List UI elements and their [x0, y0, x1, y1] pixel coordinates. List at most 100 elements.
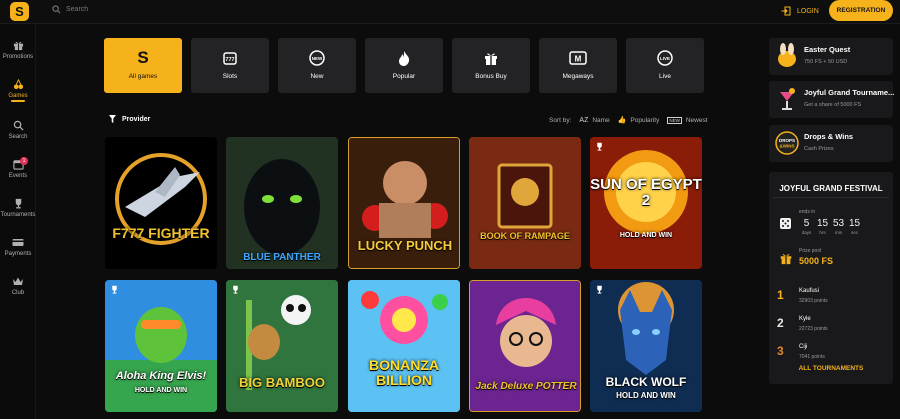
filter-funnel-icon	[109, 115, 116, 123]
game-thumbnail	[115, 153, 207, 245]
slot-machine-icon: 777	[191, 47, 269, 69]
sort-az-icon: AZ	[579, 116, 589, 124]
promo-card-joyful-tournament[interactable]: Joyful Grand Tourname... Get a share of …	[769, 81, 895, 118]
login-icon	[781, 6, 791, 16]
timer-days: 5 days	[801, 218, 812, 235]
player-name: Ciji	[799, 344, 808, 350]
timer-hours: 15 hrs	[816, 218, 829, 235]
crown-icon	[13, 277, 23, 285]
sidebar-item-label: Games	[8, 93, 28, 99]
ends-in-label: ends in	[799, 209, 816, 215]
game-tile[interactable]: SUN OF EGYPT 2 HOLD AND WIN	[590, 137, 702, 269]
category-slots[interactable]: 777 Slots	[191, 38, 269, 93]
gift-box-icon	[780, 254, 792, 265]
rank-number: 2	[777, 316, 784, 330]
svg-text:777: 777	[225, 57, 234, 63]
sidebar-item-promotions[interactable]: Promotions	[0, 40, 36, 60]
svg-text:NEW: NEW	[312, 56, 323, 61]
sidebar-item-games[interactable]: Games	[0, 79, 36, 102]
game-tile[interactable]: F777 FIGHTER	[105, 137, 217, 269]
drops-wins-logo-icon: DROPS&WINS	[775, 131, 799, 155]
game-tile[interactable]: Aloha King Elvis! HOLD AND WIN	[105, 280, 217, 412]
promo-card-drops-wins[interactable]: DROPS &WINS Drops & Wins Cash Prizes	[769, 125, 893, 162]
sidebar-item-label: Tournaments	[0, 212, 36, 218]
category-label: Popular	[392, 73, 416, 80]
trophy-icon	[597, 285, 602, 294]
svg-text:M: M	[575, 55, 582, 64]
game-title: Aloha King Elvis!	[115, 370, 207, 382]
all-tournaments-link[interactable]: ALL TOURNAMENTS	[769, 365, 893, 372]
sidebar-item-label: Promotions	[2, 54, 34, 60]
sidebar-item-label: Search	[8, 134, 28, 140]
prize-pool-value: 5000 FS	[799, 256, 834, 266]
category-new[interactable]: NEW New	[278, 38, 356, 93]
promo-title: Drops & Wins	[804, 132, 854, 141]
sort-option-name[interactable]: AZ Name	[579, 117, 609, 124]
sidebar-item-club[interactable]: Club	[0, 276, 36, 296]
game-title: SUN OF EGYPT 2	[590, 176, 702, 209]
promo-subtitle: 750 FS + 50 USD	[804, 59, 848, 65]
provider-filter[interactable]: Provider	[109, 115, 150, 123]
card-icon	[12, 239, 24, 246]
category-label: New	[310, 73, 324, 80]
sort-option-label: Popularity	[630, 116, 660, 124]
cherries-icon	[13, 79, 23, 90]
player-points: 32903 points	[799, 298, 828, 304]
login-button[interactable]: LOGIN	[781, 6, 819, 16]
sort-option-label: Newest	[685, 116, 708, 124]
search-bar[interactable]: Search	[52, 5, 88, 14]
game-tile[interactable]: BIG BAMBOO	[226, 280, 338, 412]
game-subtitle: HOLD AND WIN	[134, 387, 188, 394]
game-title: BOOK OF RAMPAGE	[480, 231, 570, 241]
sidebar-item-events[interactable]: 1 Events	[0, 157, 36, 179]
promo-title: Joyful Grand Tourname...	[804, 88, 895, 97]
registration-button[interactable]: REGISTRATION	[829, 0, 893, 21]
cocktail-icon	[780, 88, 795, 110]
game-thumbnail	[348, 280, 460, 412]
logo-s-icon: S	[137, 48, 149, 67]
game-title: Jack Deluxe POTTER	[475, 381, 577, 392]
player-name: Kyle	[799, 316, 811, 322]
game-title: BLUE PANTHER	[243, 252, 321, 263]
divider	[773, 197, 889, 198]
svg-text:DROPS: DROPS	[779, 138, 795, 143]
sidebar-item-payments[interactable]: Payments	[0, 237, 36, 257]
game-tile[interactable]: Jack Deluxe POTTER	[469, 280, 581, 412]
category-live[interactable]: LIVE Live	[626, 38, 704, 93]
gift-box-icon	[452, 47, 530, 69]
trophy-icon	[233, 285, 238, 294]
game-tile[interactable]: BLACK WOLF HOLD AND WIN	[590, 280, 702, 412]
rank-number: 1	[777, 288, 784, 302]
promo-subtitle: Cash Prizes	[804, 146, 834, 152]
promo-subtitle: Get a share of 5000 FS	[804, 102, 862, 108]
game-tile[interactable]: LUCKY PUNCH	[348, 137, 460, 269]
gift-icon	[13, 41, 23, 51]
game-subtitle: HOLD AND WIN	[616, 391, 676, 400]
category-popular[interactable]: Popular	[365, 38, 443, 93]
sidebar-item-tournaments[interactable]: Tournaments	[0, 198, 36, 218]
sort-option-newest[interactable]: NEW Newest	[667, 116, 708, 124]
promo-card-easter-quest[interactable]: Easter Quest 750 FS + 50 USD	[769, 38, 893, 75]
tournament-widget: JOYFUL GRAND FESTIVAL ends in 5 days 15 hr…	[769, 172, 893, 384]
category-bonus-buy[interactable]: Bonus Buy	[452, 38, 530, 93]
game-tile[interactable]: BLUE PANTHER	[226, 137, 338, 269]
active-indicator	[11, 100, 25, 102]
category-megaways[interactable]: M Megaways	[539, 38, 617, 93]
svg-text:&WINS: &WINS	[780, 144, 795, 149]
timer-minutes: 53 min	[832, 218, 845, 235]
game-title: LUCKY PUNCH	[357, 238, 453, 253]
rank-number: 3	[777, 344, 784, 358]
countdown-timer: 5 days 15 hrs 53 min 15 sec	[799, 218, 863, 235]
provider-label: Provider	[122, 115, 151, 123]
game-thumbnail	[226, 280, 338, 412]
thumbs-up-icon: 👍	[617, 117, 627, 124]
site-logo[interactable]: S	[10, 2, 29, 21]
dice-icon	[780, 218, 791, 229]
game-title: BLACK WOLF	[605, 375, 687, 389]
sidebar-item-search[interactable]: Search	[0, 120, 36, 140]
sort-option-popularity[interactable]: 👍 Popularity	[617, 116, 660, 125]
category-all-games[interactable]: S All games	[104, 38, 182, 93]
game-tile[interactable]: BOOK OF RAMPAGE	[469, 137, 581, 269]
promo-title: Easter Quest	[804, 45, 851, 54]
game-tile[interactable]: BONANZA BILLION	[348, 280, 460, 412]
